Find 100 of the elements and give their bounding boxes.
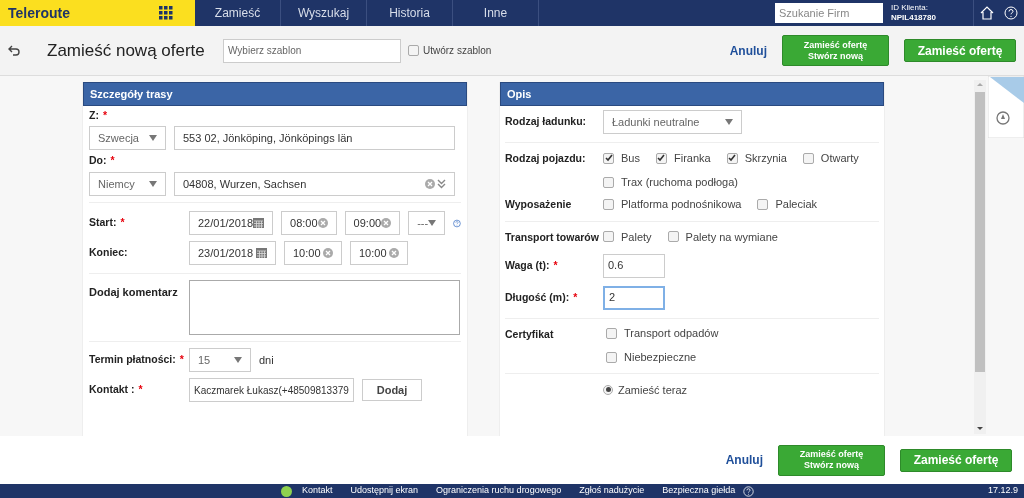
caret-icon [149,135,157,141]
input-field[interactable]: 09:00 [344,211,401,235]
company-search-field[interactable]: Szukanie Firm [775,3,883,23]
unit-label: dni [259,352,274,368]
client-id: NPIL418780 [891,13,937,23]
calendar-icon [256,248,267,258]
input-field[interactable]: 23/01/2018 [189,241,276,265]
clear-icon [425,179,435,189]
field-label: Rodzaj ładunku: [505,114,587,130]
checkbox[interactable] [603,152,614,164]
field-label: Rodzaj pojazdu: [505,151,586,166]
client-id-label: ID Klienta: [891,3,929,13]
checkbox-label: Bus [621,150,640,166]
dropdown[interactable]: --- [408,211,446,235]
help-icon[interactable] [1004,6,1018,20]
checkbox[interactable] [757,198,769,210]
input-field[interactable]: 04808, Wurzen, Sachsen [174,172,455,196]
footer-link[interactable]: Udostępnij ekran [350,484,419,498]
checkbox[interactable] [606,328,617,339]
calendar-icon [253,218,265,228]
checkbox-label: Platforma podnośnikowa [621,196,742,212]
checkbox[interactable] [606,352,617,363]
checkbox-label: Trax (ruchoma podłoga) [621,174,738,190]
input-field[interactable]: 10:00 [284,241,342,265]
field-label: Długość (m): [505,289,570,305]
field-label: Start: [89,215,117,231]
field-label: Transport towarów [505,229,599,245]
checkbox-label: Paleciak [775,196,818,212]
checkbox[interactable] [603,231,614,243]
home-icon[interactable] [980,6,994,20]
map-thumbnail[interactable] [988,76,1024,138]
caret-icon [234,357,242,363]
radio-label: Zamieść teraz [618,382,688,398]
required-mark: * [573,289,578,305]
checkbox[interactable] [726,152,738,164]
checkbox-label: Otwarty [820,150,859,166]
comment-field[interactable] [189,280,460,335]
template-field[interactable]: Wybierz szablon [223,38,401,63]
field-label: Certyfikat [505,326,554,342]
logo: Teleroute [8,3,70,23]
checkbox[interactable] [802,152,814,164]
checkbox-label: Utwórz szablon [423,44,492,58]
radio-button[interactable] [603,384,613,395]
panel-header: Szczegóły trasy [83,82,467,106]
checkbox-label: Skrzynia [744,150,787,166]
checkbox[interactable] [408,45,419,56]
field-label: Wyposażenie [505,197,572,212]
field-label: Kontakt : [89,382,135,398]
required-mark: * [110,153,115,169]
cancel-link[interactable]: Anuluj [729,41,767,60]
scrollbar[interactable] [974,80,986,434]
checkbox[interactable] [603,176,614,188]
footer-link[interactable]: Ograniczenia ruchu drogowego [436,484,562,498]
cancel-link[interactable]: Anuluj [725,451,763,469]
caret-icon [428,220,437,226]
caret-icon [149,181,157,187]
field-label: Dodaj komentarz [89,285,178,300]
checkbox[interactable] [655,152,667,164]
clear-icon [323,248,333,258]
checkbox[interactable] [603,198,614,210]
clear-icon [381,218,392,228]
dropdown[interactable]: Szwecja [89,126,166,150]
panel-header: Opis [500,82,884,106]
required-mark: * [179,352,184,368]
contact-field[interactable]: Kaczmarek Łukasz(+48509813379 [189,378,354,402]
field-label: Z: [89,108,99,124]
field-label: Koniec: [89,245,128,261]
input-field[interactable]: 22/01/2018 [189,211,274,235]
dropdown[interactable]: Ładunki neutralne [603,110,742,134]
footer-link[interactable]: Zgłoś nadużycie [579,484,645,498]
checkbox[interactable] [667,231,679,243]
version: 17.12.9 [987,484,1018,498]
input-field[interactable]: 2 [603,285,665,310]
input-field[interactable]: 08:00 [281,211,337,235]
required-mark: * [553,257,558,273]
checkbox-label: Transport odpadów [624,326,719,342]
help-icon[interactable] [743,485,755,497]
input-field[interactable]: 0.6 [603,253,665,278]
double-caret-icon [437,179,446,189]
back-icon[interactable] [8,44,20,57]
field-label: Do: [89,153,107,169]
required-mark: * [102,108,107,124]
add-button[interactable]: Dodaj [362,379,422,401]
input-field[interactable]: 10:00 [350,241,408,265]
required-mark: * [138,382,143,398]
checkbox-label: Firanka [673,150,711,166]
dropdown[interactable]: 15 [189,348,251,372]
footer-link[interactable]: Bezpieczna giełda [662,484,736,498]
clear-icon [317,218,328,228]
checkbox-label: Palety na wymiane [685,229,778,245]
footer-link[interactable]: Kontakt [302,484,333,498]
checkbox-label: Palety [621,229,652,245]
checkbox-label: Niebezpieczne [624,350,697,366]
field-label: Waga (t): [505,257,550,273]
clear-icon [389,248,399,258]
input-field[interactable]: 553 02, Jönköping, Jönköpings län [174,126,455,150]
field-label: Termin płatności: [89,352,176,368]
apps-grid-icon[interactable] [159,6,173,20]
page-title: Zamieść nową oferte [47,39,206,62]
dropdown[interactable]: Niemcy [89,172,166,196]
